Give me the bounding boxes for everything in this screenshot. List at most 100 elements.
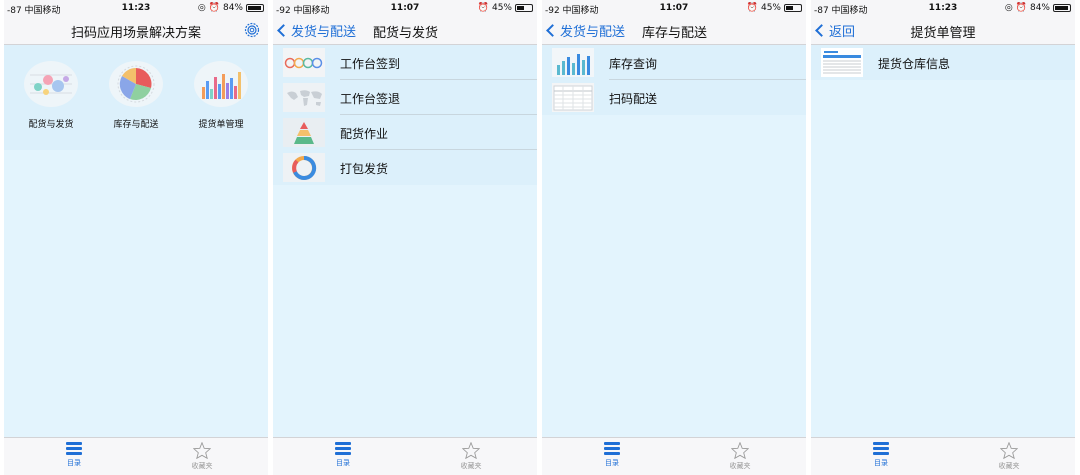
- page-title: 提货单管理: [910, 26, 976, 41]
- bar-chart-icon: [194, 61, 248, 107]
- list-item-label: 库存查询: [609, 57, 658, 71]
- pie-chart-icon: [109, 61, 163, 107]
- list-item[interactable]: 库存查询: [542, 45, 806, 80]
- back-label: 发货与配送: [291, 25, 357, 40]
- tab-favorites[interactable]: 收藏夹: [979, 442, 1039, 471]
- screen-pickup: -87 中国移动 11:23 ◎ ⏰ 84% 返回 提货单管理 提货仓库信息 目…: [811, 0, 1075, 475]
- grid-item-distribution[interactable]: 配货与发货: [11, 61, 91, 130]
- screen-inventory: -92 中国移动 11:07 ⏰ 45% 发货与配送 库存与配送 库存查询 扫码…: [542, 0, 806, 475]
- content-area: 库存查询 扫码配送: [542, 45, 806, 437]
- pyramid-chart-icon: [283, 118, 325, 147]
- tab-label: 目录: [336, 459, 350, 467]
- list-item-label: 工作台签到: [340, 57, 401, 71]
- nav-bar: 发货与配送 配货与发货: [273, 16, 537, 45]
- list-item[interactable]: 工作台签退: [273, 80, 537, 115]
- list-item[interactable]: 打包发货: [273, 150, 537, 185]
- status-bar: -92 中国移动 11:07 ⏰ 45%: [273, 0, 537, 16]
- chevron-left-icon: [546, 24, 559, 37]
- list-item-label: 配货作业: [340, 127, 389, 141]
- gauge-dashboard-icon: [283, 48, 325, 77]
- tab-bar: 目录 收藏夹: [273, 437, 537, 475]
- tab-catalog[interactable]: 目录: [313, 442, 373, 468]
- list-item[interactable]: 工作台签到: [273, 45, 537, 80]
- list-menu-icon: [335, 442, 351, 456]
- bubble-chart-icon: [24, 61, 78, 107]
- list-item[interactable]: 扫码配送: [542, 80, 806, 115]
- battery-icon: [1053, 4, 1071, 12]
- tab-label: 收藏夹: [460, 462, 482, 470]
- nav-bar: 扫码应用场景解决方案: [4, 16, 268, 45]
- list-item[interactable]: 提货仓库信息: [811, 45, 1075, 80]
- battery-percent: 84%: [1029, 3, 1050, 13]
- star-icon: [193, 442, 211, 459]
- content-area: 工作台签到 工作台签退 配货作业 打包发货: [273, 45, 537, 437]
- page-title: 扫码应用场景解决方案: [70, 26, 201, 41]
- gear-icon[interactable]: [244, 22, 260, 38]
- menu-list: 库存查询 扫码配送: [542, 45, 806, 115]
- star-icon: [1000, 442, 1018, 459]
- back-button[interactable]: 发货与配送: [546, 21, 626, 40]
- alarm-icon: ⏰: [477, 3, 489, 13]
- tab-catalog[interactable]: 目录: [582, 442, 642, 468]
- tab-favorites[interactable]: 收藏夹: [172, 442, 232, 471]
- content-area: 提货仓库信息: [811, 45, 1075, 437]
- nav-bar: 发货与配送 库存与配送: [542, 16, 806, 45]
- screen-home: -87 中国移动 11:23 ◎ ⏰ 84% 扫码应用场景解决方案 配货与发货 …: [4, 0, 268, 475]
- star-icon: [731, 442, 749, 459]
- alarm-icon: ⏰: [746, 3, 758, 13]
- page-title: 配货与发货: [373, 26, 439, 41]
- list-menu-icon: [66, 442, 82, 456]
- tab-bar: 目录 收藏夹: [542, 437, 806, 475]
- menu-list: 提货仓库信息: [811, 45, 1075, 80]
- status-bar: -87 中国移动 11:23 ◎ ⏰ 84%: [4, 0, 268, 16]
- tab-label: 收藏夹: [191, 462, 213, 470]
- grid-item-label: 配货与发货: [28, 120, 74, 130]
- tab-label: 收藏夹: [729, 462, 751, 470]
- screen-distribution: -92 中国移动 11:07 ⏰ 45% 发货与配送 配货与发货 工作台签到 工…: [273, 0, 537, 475]
- grid-item-label: 提货单管理: [198, 120, 244, 130]
- donut-chart-icon: [283, 153, 325, 182]
- status-bar: -87 中国移动 11:23 ◎ ⏰ 84%: [811, 0, 1075, 16]
- tab-favorites[interactable]: 收藏夹: [710, 442, 770, 471]
- grid-item-label: 库存与配送: [113, 120, 159, 130]
- list-item-label: 工作台签退: [340, 92, 401, 106]
- list-menu-icon: [873, 442, 889, 456]
- page-title: 库存与配送: [642, 26, 708, 41]
- battery-icon: [515, 4, 533, 12]
- tab-label: 收藏夹: [998, 462, 1020, 470]
- back-button[interactable]: 发货与配送: [277, 21, 357, 40]
- battery-percent: 84%: [222, 3, 243, 13]
- location-icon: ◎: [1004, 3, 1013, 13]
- battery-percent: 45%: [760, 3, 781, 13]
- chevron-left-icon: [277, 24, 290, 37]
- tab-catalog[interactable]: 目录: [44, 442, 104, 468]
- grid-item-inventory[interactable]: 库存与配送: [96, 61, 176, 130]
- content-area: 配货与发货 库存与配送 提货单管理: [4, 45, 268, 437]
- battery-icon: [246, 4, 264, 12]
- app-grid: 配货与发货 库存与配送 提货单管理: [4, 45, 268, 150]
- bar-chart-icon: [552, 48, 594, 77]
- list-item-label: 提货仓库信息: [878, 57, 951, 71]
- status-bar: -92 中国移动 11:07 ⏰ 45%: [542, 0, 806, 16]
- tab-bar: 目录 收藏夹: [811, 437, 1075, 475]
- world-map-icon: [283, 83, 325, 112]
- tab-catalog[interactable]: 目录: [851, 442, 911, 468]
- back-label: 发货与配送: [560, 25, 626, 40]
- list-item[interactable]: 配货作业: [273, 115, 537, 150]
- tab-bar: 目录 收藏夹: [4, 437, 268, 475]
- star-icon: [462, 442, 480, 459]
- alarm-icon: ⏰: [1015, 3, 1027, 13]
- list-item-label: 打包发货: [340, 162, 389, 176]
- tab-label: 目录: [67, 459, 81, 467]
- alarm-icon: ⏰: [208, 3, 220, 13]
- report-table-icon: [821, 48, 863, 77]
- list-item-label: 扫码配送: [609, 92, 658, 106]
- tab-label: 目录: [605, 459, 619, 467]
- battery-icon: [784, 4, 802, 12]
- grid-item-pickup[interactable]: 提货单管理: [181, 61, 261, 130]
- nav-bar: 返回 提货单管理: [811, 16, 1075, 45]
- menu-list: 工作台签到 工作台签退 配货作业 打包发货: [273, 45, 537, 185]
- list-menu-icon: [604, 442, 620, 456]
- battery-percent: 45%: [491, 3, 512, 13]
- tab-favorites[interactable]: 收藏夹: [441, 442, 501, 471]
